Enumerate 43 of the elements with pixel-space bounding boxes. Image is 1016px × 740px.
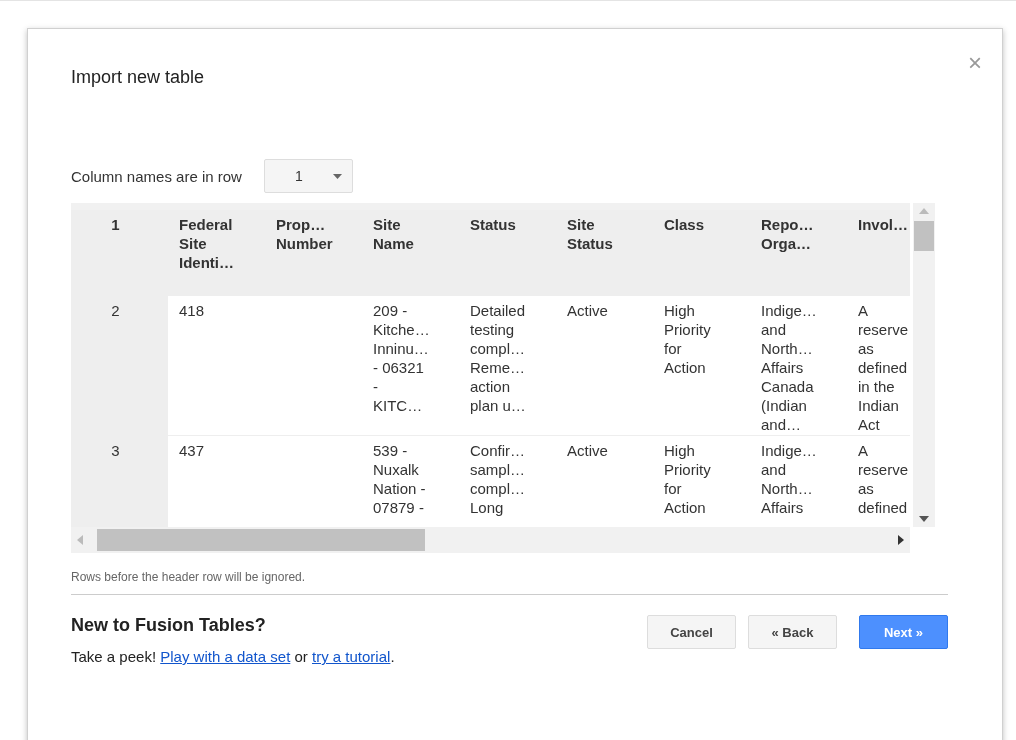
column-header: Repo… Orga… <box>760 215 815 254</box>
link[interactable]: Play with a data set <box>160 648 291 665</box>
dialog-button[interactable]: Cancel <box>647 615 736 649</box>
table-cell-text: Indige… and North… Affairs <box>760 441 818 518</box>
table-cell-text: A reserve as defined in the Indian Act <box>857 301 910 435</box>
scroll-right-icon[interactable] <box>898 535 904 545</box>
table-cell-text: Detailed testing compl… Reme… action plan u… <box>469 301 527 416</box>
scroll-thumb[interactable] <box>97 529 425 551</box>
row-number: 3 <box>71 436 168 527</box>
table-cell-text: Active <box>566 441 609 461</box>
column-header: Federal Site Identi… <box>178 215 235 273</box>
dialog-button[interactable]: « Back <box>748 615 837 649</box>
link[interactable]: try a tutorial <box>312 648 391 665</box>
column-header: Invol… <box>857 215 909 235</box>
scroll-left-icon[interactable] <box>77 535 83 545</box>
promo-heading: New to Fusion Tables? <box>71 615 267 636</box>
scroll-thumb[interactable] <box>914 221 934 251</box>
column-header: Status <box>469 215 517 235</box>
table-cell-text: 437 <box>178 441 206 461</box>
vertical-scrollbar[interactable] <box>913 203 935 527</box>
horizontal-scrollbar[interactable] <box>71 527 910 553</box>
table-cell-text: Indige… and North… Affairs Canada (Indian and… <box>760 301 818 435</box>
dialog-title: Import new table <box>71 67 205 88</box>
hint-text: Rows before the header row will be ignored. <box>71 570 307 584</box>
column-header: Site Status <box>566 215 614 254</box>
column-header: Prop… Number <box>275 215 334 254</box>
table-cell-text: A reserve as defined <box>857 441 910 518</box>
column-row-label: Column names are in row <box>71 167 242 185</box>
column-header: Class <box>663 215 706 235</box>
table-cell-text: High Priority for Action <box>663 301 712 378</box>
row-select[interactable]: 1 <box>263 159 353 193</box>
table-cell-text: Confir… sampl… compl… Long <box>469 441 526 518</box>
table-cell-text: 539 - Nuxalk Nation - 07879 - <box>372 441 427 518</box>
scroll-up-icon[interactable] <box>919 208 929 214</box>
column-header: Site Name <box>372 215 415 254</box>
caret-icon <box>332 173 342 179</box>
table-cell-text: 209 - Kitche… Inninu… - 06321 - KITC… <box>372 301 431 416</box>
table-cell-text: Active <box>566 301 609 321</box>
row-number: 2 <box>71 296 168 435</box>
promo-text: Take a peek! Play with a data set or try a tutorial. <box>71 648 395 665</box>
scroll-down-icon[interactable] <box>919 516 929 522</box>
table-cell-text: High Priority for Action <box>663 441 712 518</box>
table-cell-text: 418 <box>178 301 206 321</box>
